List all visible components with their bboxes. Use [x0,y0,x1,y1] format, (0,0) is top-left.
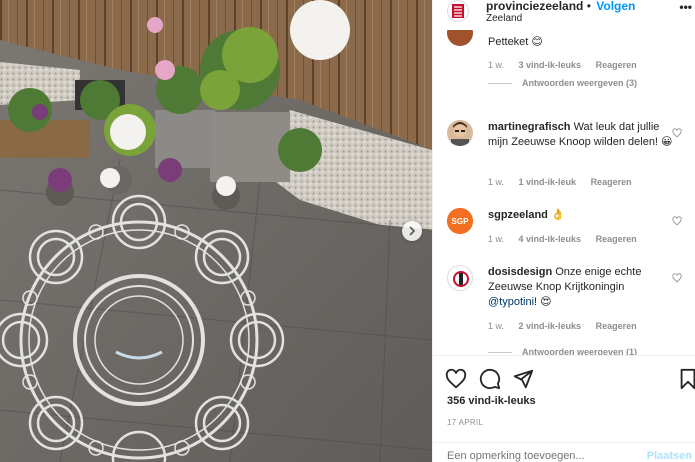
comment-list[interactable]: Petteket 😊 1 w. 3 vind-ik-leuks Reageren… [433,30,695,355]
comment-likes[interactable]: 2 vind-ik-leuks [519,321,582,331]
comment-icon[interactable] [479,368,501,390]
avatar[interactable] [447,265,473,291]
avatar-face-icon [451,122,469,146]
provincie-logo-icon [452,4,464,18]
reply-button[interactable]: Reageren [596,60,637,70]
chevron-right-icon [409,226,416,236]
comment-time[interactable]: 1 w. [488,321,504,331]
comment-time[interactable]: 1 w. [488,60,504,70]
comment-body: sgpzeeland 👌 [488,208,673,223]
comment-text: Petteket 😊 [488,36,543,48]
comment-username[interactable]: martinegrafisch [488,121,571,133]
next-photo-button[interactable] [402,221,422,241]
comment-likes[interactable]: 3 vind-ik-leuks [519,60,582,70]
view-replies-button[interactable]: Antwoorden weergeven (3) [488,78,637,88]
post-button[interactable]: Plaatsen [647,450,692,462]
heart-icon[interactable] [672,216,682,226]
likes-count[interactable]: 356 vind-ik-leuks [447,395,536,407]
svg-text:SGP: SGP [452,217,470,226]
avatar[interactable] [447,30,473,46]
avatar[interactable]: SGP [447,208,473,234]
comment-body: martinegrafisch Wat leuk dat jullie mijn… [488,120,673,150]
post-header: provinciezeeland • Volgen Zeeland ••• [433,0,695,30]
comment-body: dosisdesign Onze enige echte Zeeuwse Kno… [488,265,673,310]
post-actions: 356 vind-ik-leuks 17 APRIL Plaatsen [433,355,695,462]
heart-icon[interactable] [672,273,682,283]
comment-time[interactable]: 1 w. [488,234,504,244]
heart-icon[interactable] [672,128,682,138]
avatar[interactable] [447,120,473,146]
divider [488,351,512,353]
post-photo[interactable] [0,0,432,462]
comment-meta: 1 w. 1 vind-ik-leuk Reageren [488,177,644,187]
view-replies-button[interactable]: Antwoorden weergeven (1) [488,347,637,355]
comment-meta: 1 w. 2 vind-ik-leuks Reageren [488,321,649,331]
mention-link[interactable]: @typotini [488,296,534,308]
header-username[interactable]: provinciezeeland [486,0,583,13]
reply-button[interactable]: Reageren [591,177,632,187]
reply-button[interactable]: Reageren [596,234,637,244]
comment-username[interactable]: dosisdesign [488,266,552,278]
send-icon[interactable] [512,368,534,390]
location-link[interactable]: Zeeland [486,13,522,24]
avatar[interactable] [447,0,469,22]
divider [488,82,512,84]
comment-meta: 1 w. 3 vind-ik-leuks Reageren [488,60,649,70]
follow-button[interactable]: Volgen [596,0,635,13]
comment-input[interactable] [447,450,637,462]
post-date: 17 APRIL [447,418,484,427]
post-sidebar: provinciezeeland • Volgen Zeeland ••• Pe… [432,0,695,462]
ellipsis-icon[interactable]: ••• [679,0,692,14]
header-separator: • [586,0,591,13]
bookmark-icon[interactable] [677,368,695,390]
comment-text-end: ! 😍 [534,296,552,308]
comment-composer: Plaatsen [433,442,695,462]
view-replies-label: Antwoorden weergeven (1) [522,347,638,355]
dosis-logo-icon [451,269,471,289]
comment-text: 👌 [547,209,565,221]
chalk-knot-garden-image [0,0,432,462]
sgp-logo-icon: SGP [447,208,473,234]
comment-meta: 1 w. 4 vind-ik-leuks Reageren [488,234,649,244]
comment-time[interactable]: 1 w. [488,177,504,187]
view-replies-label: Antwoorden weergeven (3) [522,78,638,88]
comment-likes[interactable]: 4 vind-ik-leuks [519,234,582,244]
comment-username[interactable]: sgpzeeland [488,209,548,221]
comment-likes[interactable]: 1 vind-ik-leuk [519,177,577,187]
heart-icon[interactable] [445,368,467,390]
reply-button[interactable]: Reageren [596,321,637,331]
